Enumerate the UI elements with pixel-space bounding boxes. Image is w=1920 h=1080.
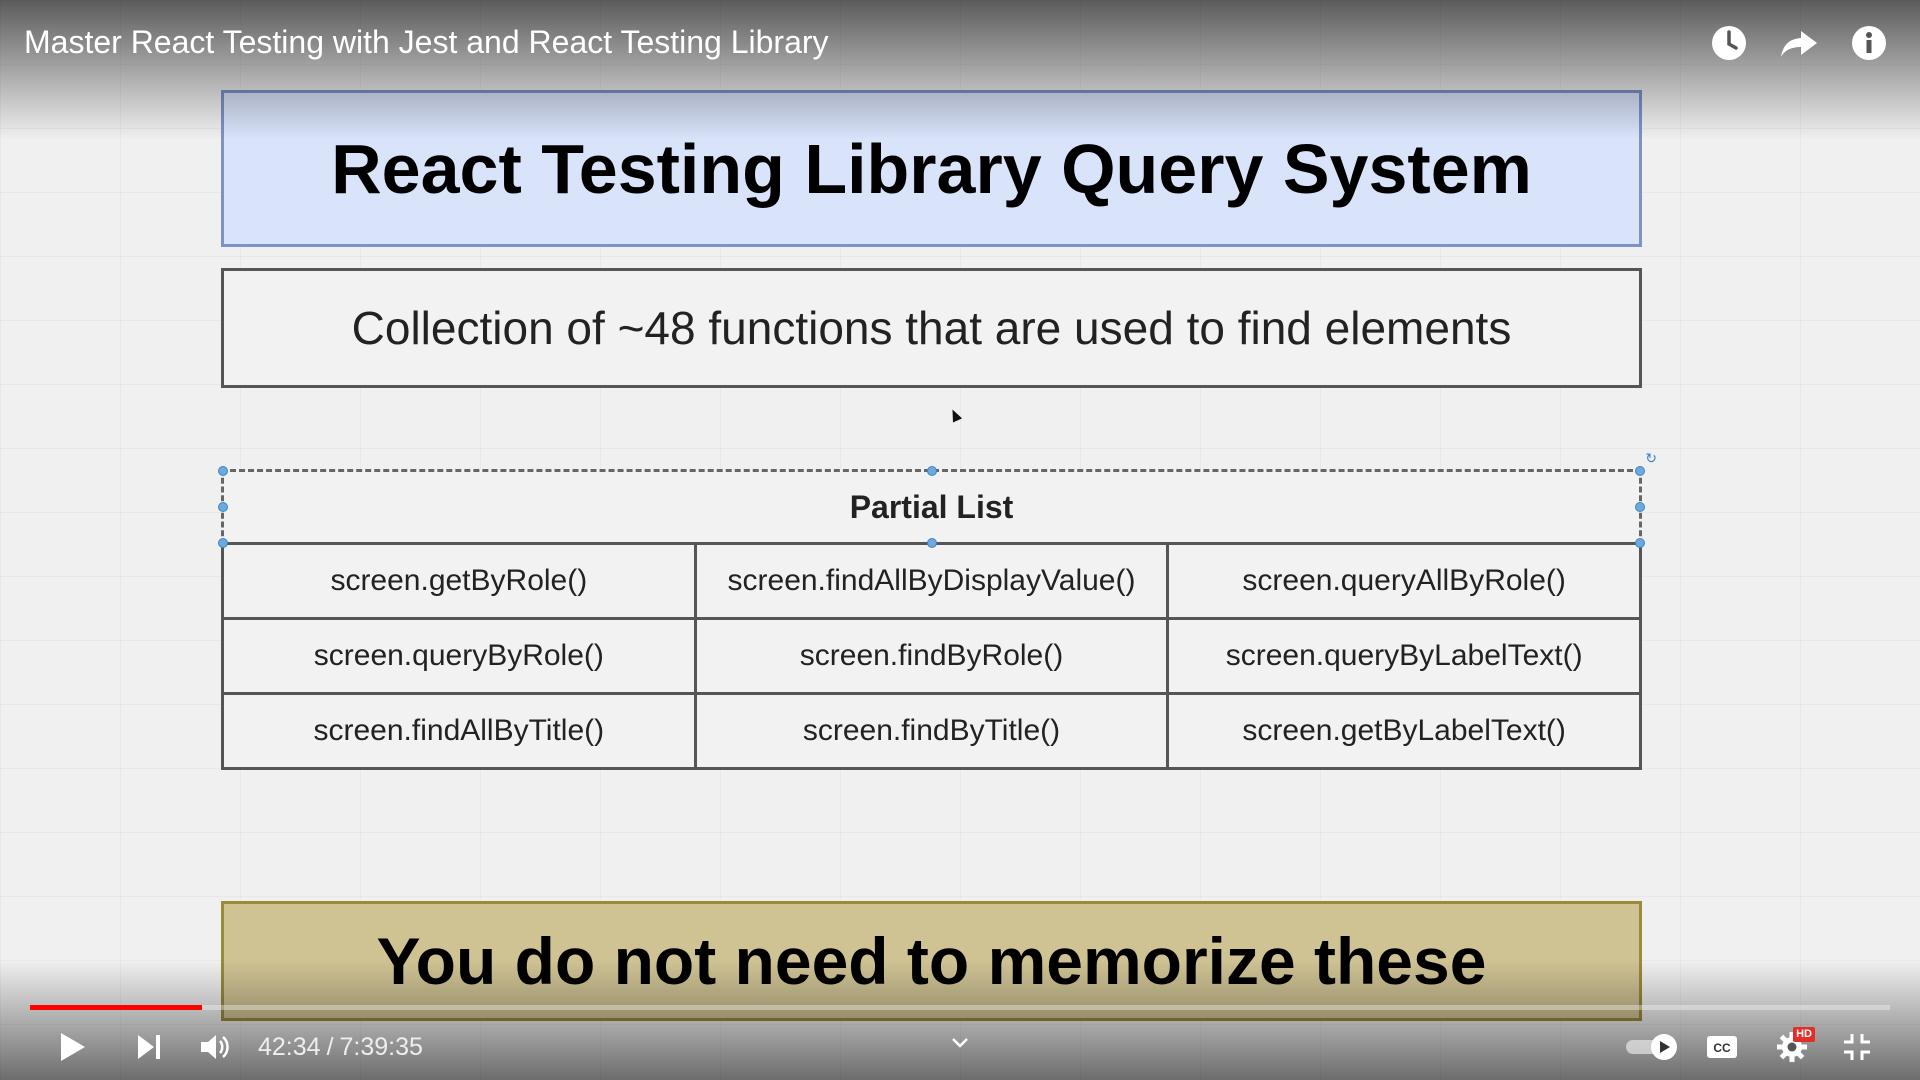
selection-handle (1635, 538, 1645, 548)
video-frame[interactable]: React Testing Library Query System Colle… (0, 0, 1920, 1080)
top-gradient (0, 0, 1920, 140)
time-display: 42:34/7:39:35 (258, 1033, 423, 1062)
video-title[interactable]: Master React Testing with Jest and React… (24, 24, 829, 61)
slide-description-box: Collection of ~48 functions that are use… (221, 268, 1642, 388)
selection-handle (1635, 502, 1645, 512)
mouse-cursor-icon (947, 407, 963, 423)
table-cell: screen.findAllByDisplayValue() (696, 545, 1170, 620)
selection-handle (218, 538, 228, 548)
duration: 7:39:35 (339, 1033, 423, 1061)
table-cell: screen.queryByLabelText() (1169, 620, 1642, 695)
chevron-down-icon[interactable] (945, 1028, 975, 1058)
time-separator: / (326, 1033, 334, 1061)
selection-handle (218, 502, 228, 512)
table-header-label: Partial List (849, 488, 1014, 525)
selection-handle (926, 538, 937, 548)
captions-icon[interactable]: CC (1695, 1020, 1749, 1074)
slide-title: React Testing Library Query System (331, 129, 1532, 208)
slide-description: Collection of ~48 functions that are use… (351, 302, 1512, 354)
watch-later-icon[interactable] (1708, 22, 1750, 64)
table-cell: screen.findByTitle() (696, 695, 1170, 770)
info-icon[interactable] (1848, 22, 1890, 64)
selection-handle (926, 466, 937, 476)
player-controls: 42:34/7:39:35 CC HD (0, 1020, 1920, 1074)
rotate-handle-icon: ↻ (1645, 450, 1657, 466)
partial-list-table: Partial List ↻ screen.getByRole() screen… (218, 450, 1657, 770)
selection-handle (218, 466, 228, 476)
table-header: Partial List ↻ (218, 450, 1657, 548)
selection-handle (1635, 466, 1645, 476)
settings-icon[interactable]: HD (1765, 1020, 1819, 1074)
share-icon[interactable] (1778, 22, 1820, 64)
top-right-controls (1708, 22, 1890, 64)
autoplay-toggle-icon[interactable] (1623, 1020, 1683, 1074)
table-cell: screen.queryByRole() (224, 620, 697, 695)
current-time: 42:34 (258, 1033, 321, 1061)
progress-played (30, 1005, 202, 1010)
play-icon[interactable] (45, 1020, 99, 1074)
table-cell: screen.queryAllByRole() (1169, 545, 1642, 620)
svg-text:CC: CC (1713, 1041, 1731, 1055)
function-grid: screen.getByRole() screen.findAllByDispl… (221, 545, 1642, 770)
hd-badge: HD (1793, 1027, 1815, 1042)
table-cell: screen.getByRole() (224, 545, 697, 620)
video-player[interactable]: React Testing Library Query System Colle… (0, 0, 1920, 1080)
exit-fullscreen-icon[interactable] (1830, 1020, 1884, 1074)
table-cell: screen.findAllByTitle() (224, 695, 697, 770)
table-cell: screen.findByRole() (696, 620, 1170, 695)
next-icon[interactable] (122, 1020, 176, 1074)
table-cell: screen.getByLabelText() (1169, 695, 1642, 770)
progress-bar[interactable] (30, 1005, 1890, 1010)
volume-icon[interactable] (188, 1020, 242, 1074)
